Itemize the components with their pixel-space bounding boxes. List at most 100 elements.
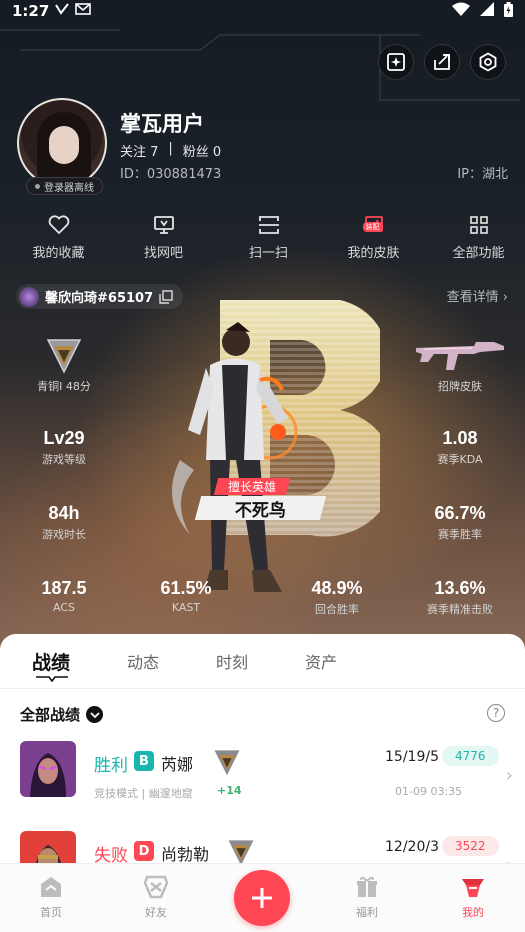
rank-icon [228, 840, 254, 864]
stat-headshot: 13.6% 赛季精准击败 [427, 578, 493, 616]
plus-icon [252, 888, 272, 908]
nav-me[interactable]: 我的 [433, 874, 513, 920]
tab-assets[interactable]: 资产 [305, 649, 337, 673]
notification-icon [55, 3, 70, 19]
create-post-button[interactable] [234, 870, 290, 926]
agent-illustration [172, 322, 298, 592]
friends-icon [143, 874, 169, 900]
help-icon[interactable]: ? [487, 704, 505, 722]
share-icon [434, 54, 450, 70]
status-dot [35, 183, 40, 189]
edit-card-button[interactable] [378, 44, 414, 80]
match-agent: 芮娜 [161, 755, 194, 774]
player-card-icon [19, 286, 39, 307]
share-button[interactable] [424, 44, 460, 80]
quick-menu: 我的收藏 找网吧 扫一扫 装配 我的皮肤 全部功能 [0, 212, 525, 261]
gear-icon [479, 52, 497, 72]
agent-avatar-reyna [20, 741, 76, 797]
ip-location: IP：湖北 [457, 167, 508, 182]
match-score-badge: 3522 [442, 836, 499, 856]
grid-icon [466, 212, 492, 238]
stat-acs: 187.5 ACS [41, 578, 87, 614]
agent-avatar-chamber [20, 831, 76, 864]
match-grade: D [134, 841, 154, 861]
match-result: 失败 [94, 846, 128, 864]
user-id: ID：030881473 [120, 167, 222, 182]
stat-playtime: 84h 游戏时长 [42, 503, 86, 541]
tab-moments[interactable]: 时刻 [216, 649, 248, 673]
monitor-icon [151, 212, 177, 238]
heart-icon [46, 212, 72, 238]
nav-benefits[interactable]: 福利 [327, 874, 407, 920]
match-date: 01-09 03:35 [395, 785, 463, 798]
best-agent-title: 擅长英雄 [213, 478, 291, 495]
player-name: 馨欣向琦#65107 [45, 291, 154, 306]
tab-feed[interactable]: 动态 [127, 649, 159, 673]
tab-records[interactable]: 战绩 [32, 648, 70, 675]
stat-round-winrate: 48.9% 回合胜率 [311, 578, 363, 616]
match-agent: 尚勃勒 [161, 845, 210, 864]
avatar[interactable] [17, 98, 107, 188]
copy-icon[interactable] [159, 289, 173, 304]
tab-bar: 战绩 动态 时刻 资产 [0, 634, 525, 688]
stat-winrate: 66.7% 赛季胜率 [434, 503, 486, 541]
top-actions [378, 44, 506, 80]
match-grade: B [134, 751, 154, 771]
follow-counts: 关注 7 | 粉丝 0 [120, 141, 221, 160]
rank-bronze-icon [46, 339, 82, 374]
quick-item-favorites[interactable]: 我的收藏 [12, 212, 105, 261]
mail-icon [75, 3, 92, 19]
quick-item-all-features[interactable]: 全部功能 [432, 212, 525, 261]
home-icon [38, 874, 64, 900]
quick-item-scan[interactable]: 扫一扫 [222, 212, 315, 261]
records-sheet: 战绩 动态 时刻 资产 全部战绩 ? 胜利 B 芮娜 +14 竞技模式 | 幽邃… [0, 634, 525, 864]
skin-weapon-icon [416, 342, 504, 370]
best-agent-badge: 擅长英雄 不死鸟 [188, 478, 328, 522]
stat-kast: 61.5% KAST [160, 578, 212, 614]
match-kda: 15/19/5 [385, 749, 439, 765]
divider [0, 688, 525, 689]
view-details-link[interactable]: 查看详情 › [447, 286, 508, 305]
match-result: 胜利 [94, 756, 128, 776]
sparkle-edit-icon [387, 53, 405, 71]
rank-icon [214, 750, 240, 776]
scan-icon [256, 212, 282, 238]
match-score-badge: 4776 [442, 746, 499, 766]
chevron-right-icon: › [502, 290, 508, 305]
nav-friends[interactable]: 好友 [116, 874, 196, 920]
me-icon [460, 874, 486, 900]
player-name-tag[interactable]: 馨欣向琦#65107 [16, 284, 184, 309]
follow-separator: | [168, 141, 173, 156]
match-row[interactable]: 失败 D 尚勃勒 12/20/3 3522 › [0, 831, 525, 864]
rank-label: 青铜I 48分 [37, 380, 91, 393]
match-mode: 竞技模式 | 幽邃地窟 [94, 787, 193, 800]
stat-level: Lv29 游戏等级 [42, 428, 86, 466]
followers-count[interactable]: 粉丝 0 [183, 141, 221, 160]
skin-label: 招牌皮肤 [438, 380, 482, 393]
quick-item-find-cafe[interactable]: 找网吧 [117, 212, 210, 261]
quick-item-my-skins[interactable]: 装配 我的皮肤 [327, 212, 420, 261]
battery-icon [504, 1, 513, 21]
skin-icon: 装配 [361, 212, 387, 238]
tab-indicator [36, 676, 68, 682]
grade-letter: B [350, 517, 361, 534]
equip-tag: 装配 [362, 222, 383, 232]
match-row[interactable]: 胜利 B 芮娜 +14 竞技模式 | 幽邃地窟 15/19/5 4776 01-… [0, 741, 525, 821]
gift-icon [354, 874, 380, 900]
signal-icon [480, 2, 494, 20]
records-filter-dropdown[interactable]: 全部战绩 [20, 704, 104, 725]
wifi-icon [452, 2, 470, 20]
match-kda: 12/20/3 [385, 839, 439, 855]
following-count[interactable]: 关注 7 [120, 141, 158, 160]
nav-home[interactable]: 首页 [11, 874, 91, 920]
stat-kda: 1.08 赛季KDA [437, 428, 483, 466]
chevron-down-icon [86, 706, 104, 723]
status-bar: 1:27 [0, 0, 525, 22]
rank-delta: +14 [217, 784, 242, 797]
chevron-right-icon: › [505, 765, 513, 786]
best-agent-name: 不死鸟 [194, 496, 327, 521]
status-time: 1:27 [12, 2, 50, 20]
username: 掌瓦用户 [120, 112, 204, 136]
settings-button[interactable] [470, 44, 506, 80]
login-status-badge: 登录器离线 [26, 177, 103, 195]
